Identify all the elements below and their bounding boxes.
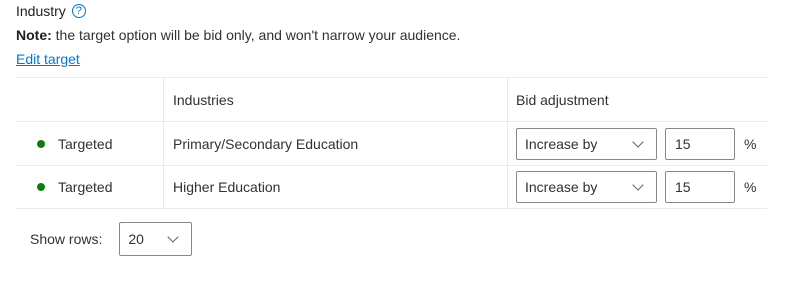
adjustment-value-input[interactable] [665, 171, 735, 203]
chevron-down-icon [632, 179, 644, 191]
column-header-industries: Industries [163, 78, 507, 121]
section-title: Industry [16, 3, 66, 19]
status-cell: Targeted [16, 166, 163, 208]
column-header-status [16, 78, 163, 121]
table-header-row: Industries Bid adjustment [16, 77, 767, 121]
note-body: the target option will be bid only, and … [51, 27, 461, 43]
industry-table: Industries Bid adjustment Targeted Prima… [16, 77, 767, 209]
adjustment-dropdown-value: Increase by [525, 135, 598, 152]
status-dot-icon [37, 139, 45, 148]
chevron-down-icon [632, 135, 644, 148]
help-icon[interactable]: ? [71, 4, 86, 18]
show-rows-label: Show rows: [30, 231, 103, 247]
column-header-bid-adjustment: Bid adjustment [507, 78, 767, 121]
adjustment-value-input[interactable] [665, 127, 735, 160]
pagination-footer: Show rows: 20 [30, 222, 193, 256]
adjustment-dropdown-value: Increase by [525, 179, 598, 195]
percent-unit: % [744, 135, 757, 152]
industry-cell: Higher Education [163, 166, 507, 208]
chevron-down-icon [167, 231, 180, 243]
status-cell: Targeted [16, 122, 163, 165]
edit-target-link[interactable]: Edit target [16, 51, 80, 67]
note-text: Note: the target option will be bid only… [16, 27, 460, 43]
status-dot-icon [37, 183, 45, 191]
rows-per-page-value: 20 [128, 231, 144, 247]
percent-unit: % [744, 179, 757, 195]
industry-cell: Primary/Secondary Education [163, 122, 507, 165]
adjustment-dropdown[interactable]: Increase by [516, 171, 657, 203]
table-row: Targeted Primary/Secondary Education Inc… [16, 121, 767, 165]
table-row: Targeted Higher Education Increase by % [16, 165, 767, 209]
status-label: Targeted [58, 135, 113, 152]
bid-adjustment-cell: Increase by % [507, 166, 767, 208]
status-label: Targeted [58, 179, 113, 195]
adjustment-dropdown[interactable]: Increase by [516, 127, 657, 160]
rows-per-page-dropdown[interactable]: 20 [119, 222, 193, 256]
note-label: Note: [16, 27, 52, 43]
bid-adjustment-cell: Increase by % [507, 122, 767, 165]
section-header: Industry ? [16, 3, 86, 19]
